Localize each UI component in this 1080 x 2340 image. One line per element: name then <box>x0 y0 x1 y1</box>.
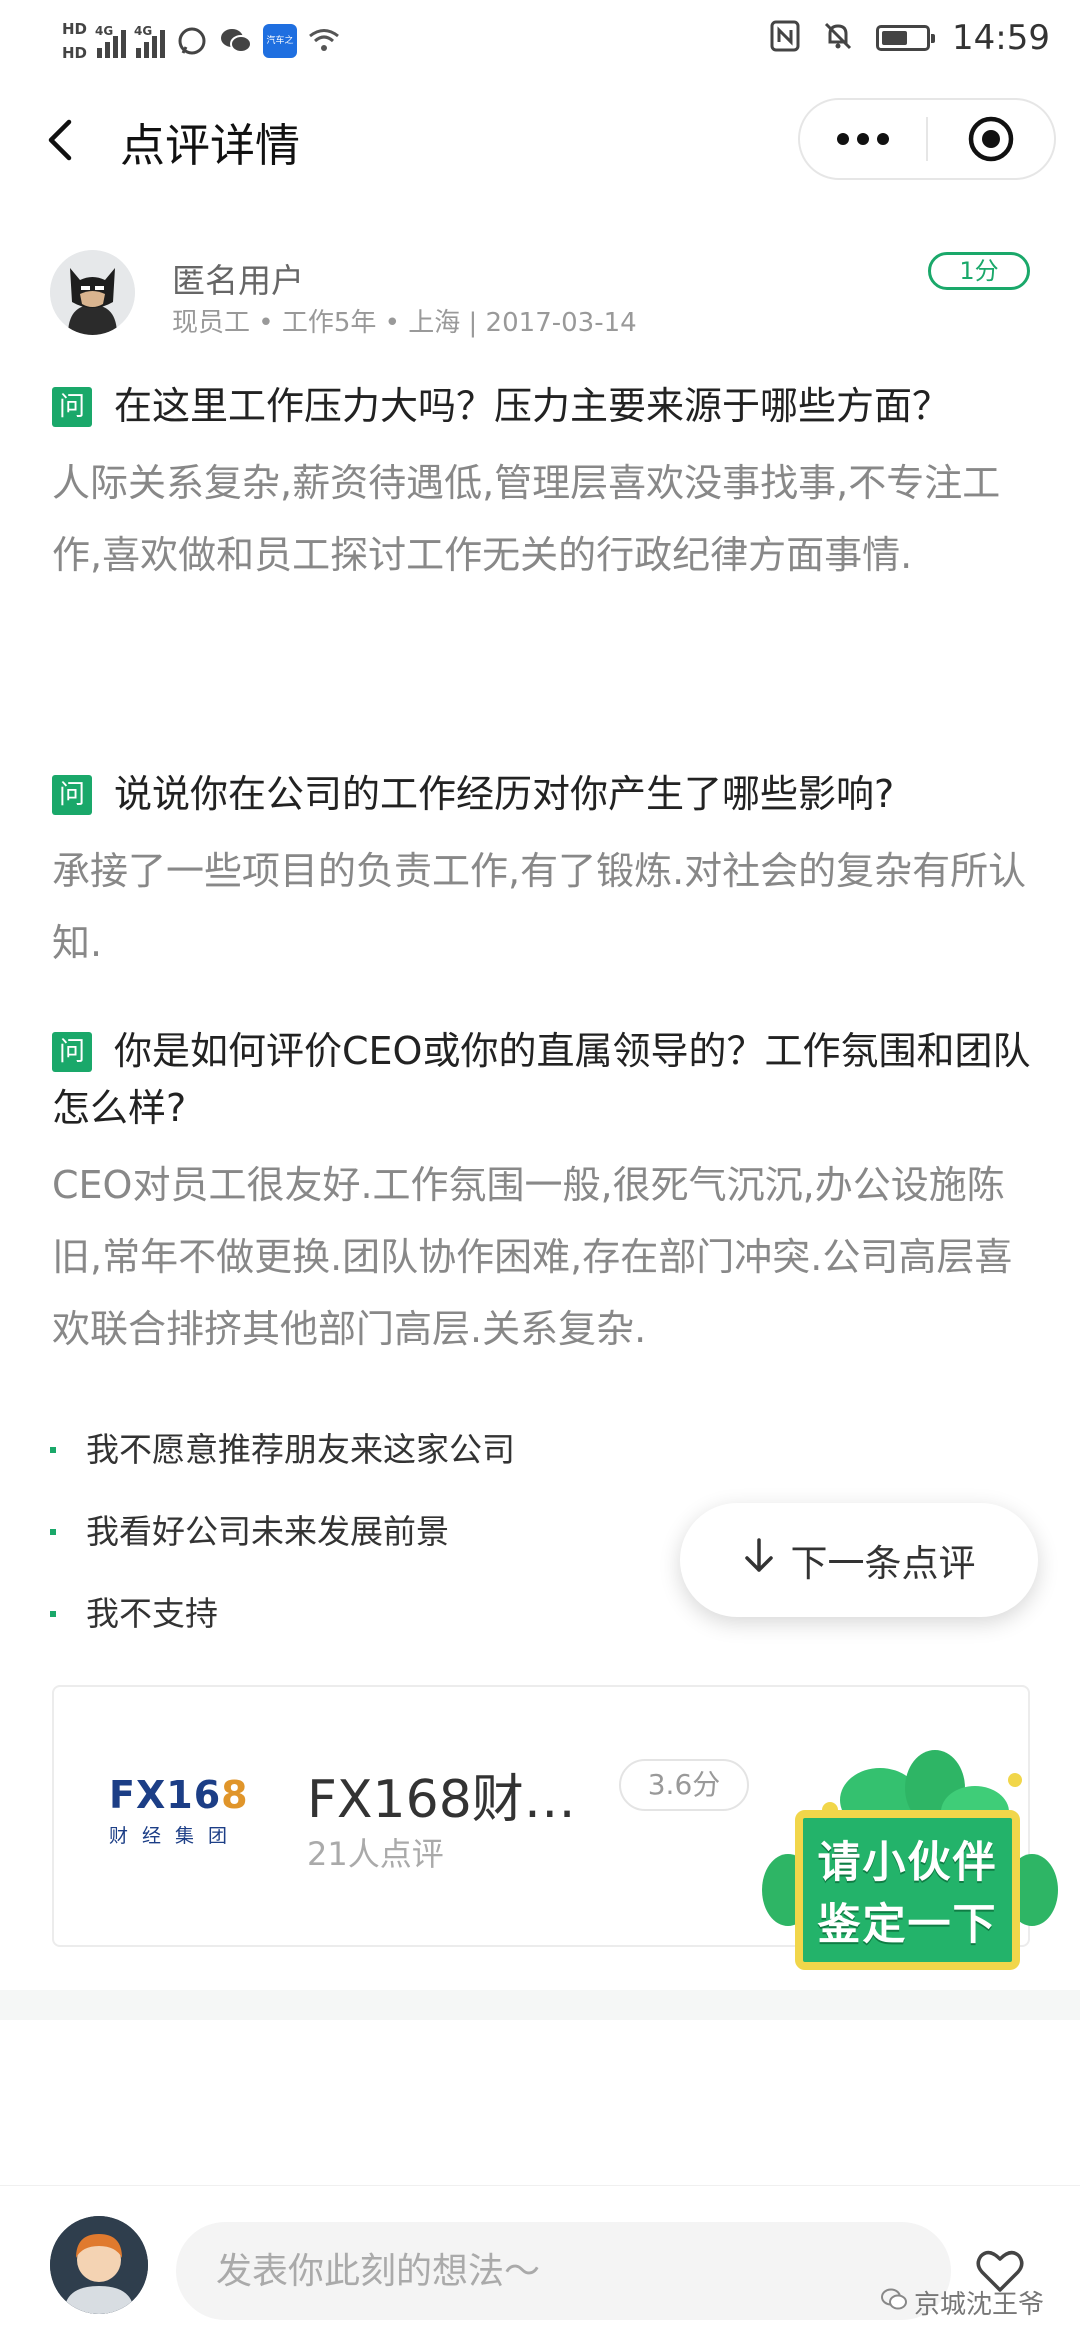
next-review-button[interactable]: 下一条点评 <box>680 1503 1038 1617</box>
company-name: FX168财… <box>307 1770 576 1830</box>
chevron-left-icon[interactable] <box>30 110 90 170</box>
question-tag: 问 <box>52 775 92 815</box>
wechat-icon <box>880 2287 908 2318</box>
question-text: 你是如何评价CEO或你的直属领导的？工作氛围和团队怎么样? <box>52 1029 1031 1130</box>
nav-bar: 点评详情 <box>0 75 1080 205</box>
company-logo: FX168 财经集团 <box>109 1773 249 1847</box>
arrow-down-icon <box>743 1537 775 1583</box>
signal-icon-2: 4G <box>134 24 166 58</box>
hd-label-1: HD <box>62 20 88 38</box>
network-label-1: 4G <box>95 24 114 38</box>
battery-icon <box>876 25 936 51</box>
avatar <box>50 250 135 335</box>
answer-text: 人际关系复杂,薪资待遇低,管理层喜欢没事找事,不专注工作,喜欢做和员工探讨工作无… <box>52 461 1001 577</box>
list-item: 我不愿意推荐朋友来这家公司 <box>50 1420 650 1502</box>
clock: 14:59 <box>952 18 1050 58</box>
question: 问你是如何评价CEO或你的直属领导的？工作氛围和团队怎么样? <box>52 1023 1037 1137</box>
question: 问说说你在公司的工作经历对你产生了哪些影响? <box>52 766 1037 823</box>
qa-item: 问说说你在公司的工作经历对你产生了哪些影响? 承接了一些项目的负责工作,有了锻炼… <box>52 766 1037 979</box>
score-badge: 1分 <box>928 252 1030 290</box>
answer-text: CEO对员工很友好.工作氛围一般,很死气沉沉,办公设施陈旧,常年不做更换.团队协… <box>52 1163 1013 1351</box>
avatar <box>50 2216 148 2314</box>
company-review-count: 21人点评 <box>307 1835 444 1873</box>
nfc-icon <box>770 20 800 56</box>
question-tag: 问 <box>52 1032 92 1072</box>
question-text: 在这里工作压力大吗？压力主要来源于哪些方面？ <box>114 384 951 428</box>
appraise-sticker[interactable]: 请小伙伴 鉴定一下 <box>760 1740 1060 1980</box>
answer-text: 承接了一些项目的负责工作,有了锻炼.对社会的复杂有所认知. <box>52 849 1027 965</box>
user-meta: 现员工 • 工作5年 • 上海 | 2017-03-14 <box>172 308 637 338</box>
sticker-body: 请小伙伴 鉴定一下 <box>795 1810 1020 1970</box>
watermark: 京城沈王爷 <box>880 2284 1044 2321</box>
question-tag: 问 <box>52 387 92 427</box>
hd-label-2: HD <box>62 44 88 62</box>
list-item: 我不支持 <box>50 1584 650 1666</box>
list-item: 我看好公司未来发展前景 <box>50 1502 650 1584</box>
mini-program-capsule <box>798 98 1056 180</box>
sticker-line-1: 请小伙伴 <box>817 1838 998 1888</box>
comment-input[interactable] <box>176 2222 951 2320</box>
wifi-icon <box>307 24 341 58</box>
mute-icon <box>822 20 854 56</box>
app-badge-icon: 汽车之家 <box>263 24 298 80</box>
page-title: 点评详情 <box>120 119 301 172</box>
signal-icon: 4G <box>95 24 127 58</box>
more-dots-icon[interactable] <box>800 98 926 180</box>
sticker-line-2: 鉴定一下 <box>817 1900 998 1950</box>
target-icon[interactable] <box>928 98 1054 180</box>
hd-indicators: HD HD <box>62 20 87 62</box>
qa-item: 问你是如何评价CEO或你的直属领导的？工作氛围和团队怎么样? CEO对员工很友好… <box>52 1023 1037 1365</box>
watermark-text: 京城沈王爷 <box>914 2290 1045 2320</box>
network-label-2: 4G <box>134 24 153 38</box>
review-tags: 我不愿意推荐朋友来这家公司 我看好公司未来发展前景 我不支持 <box>50 1420 650 1666</box>
status-left: HD HD 4G 4G 汽车之家 <box>62 12 341 80</box>
comment-bar: 京城沈王爷 <box>0 2185 1080 2340</box>
status-bar: HD HD 4G 4G 汽车之家 14:59 <box>0 0 1080 80</box>
section-separator <box>0 1990 1080 2020</box>
qa-item: 问在这里工作压力大吗？压力主要来源于哪些方面？ 人际关系复杂,薪资待遇低,管理层… <box>52 378 1037 591</box>
company-score-badge: 3.6分 <box>619 1759 749 1811</box>
user-name: 匿名用户 <box>172 261 304 300</box>
question: 问在这里工作压力大吗？压力主要来源于哪些方面？ <box>52 378 1037 435</box>
next-review-label: 下一条点评 <box>790 1542 976 1585</box>
question-text: 说说你在公司的工作经历对你产生了哪些影响? <box>114 772 895 816</box>
status-right: 14:59 <box>770 14 1050 62</box>
wechat-icon <box>219 24 253 58</box>
review-header: 匿名用户 现员工 • 工作5年 • 上海 | 2017-03-14 1分 <box>50 250 1030 340</box>
whatsapp-icon <box>175 24 209 58</box>
